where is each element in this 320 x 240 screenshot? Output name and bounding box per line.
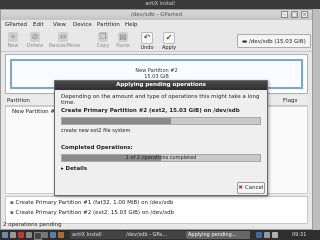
copy-label: Copy (96, 43, 110, 49)
pending-op-text: Create Primary Partition #2 (ext2, 15.03… (15, 210, 175, 216)
list-item[interactable]: ▪ Create Primary Partition #2 (ext2, 15.… (10, 209, 174, 218)
launcher-icon[interactable] (42, 232, 48, 238)
undo-icon: ↶ (141, 32, 153, 44)
list-item[interactable]: ▪ Create Primary Partition #1 (fat32, 1.… (10, 199, 173, 208)
pending-op-text: Create Primary Partition #1 (fat32, 1.00… (15, 200, 174, 206)
new-button[interactable]: + New (3, 31, 23, 51)
current-progress-fill (62, 118, 171, 124)
clock: 09:31 (292, 232, 307, 238)
launcher-icon[interactable] (50, 232, 56, 238)
copy-button[interactable]: ❐ Copy (93, 31, 113, 51)
paste-label: Paste (116, 43, 130, 49)
paste-button[interactable]: ▤ Paste (113, 31, 133, 51)
menu-help[interactable]: Help (125, 20, 138, 30)
launcher-icon[interactable] (10, 232, 16, 238)
current-progress-bar (61, 117, 261, 125)
task-antix-install[interactable]: antiX Install (70, 231, 124, 239)
tray-icon[interactable] (272, 232, 278, 238)
completed-progress-text: 1 of 2 operations completed (125, 155, 197, 161)
menubar: GParted Edit View Device Partition Help (1, 20, 312, 30)
network-icon[interactable] (256, 232, 262, 238)
window-titlebar[interactable]: /dev/sdb - GParted – □ × (1, 10, 312, 20)
launcher-icon[interactable] (18, 232, 24, 238)
table-row[interactable]: New Partition #2 (12, 109, 59, 115)
paste-icon: ▤ (118, 32, 128, 42)
completed-progress-bar: 1 of 2 operations completed (61, 154, 261, 162)
column-partition[interactable]: Partition (7, 96, 30, 106)
launcher-icon[interactable] (26, 232, 32, 238)
cancel-button[interactable]: ✖ Cancel (237, 182, 265, 194)
top-title-text: antiX install (145, 1, 175, 7)
details-label: Details (65, 166, 88, 172)
undo-label: Undo (140, 45, 154, 51)
menu-device[interactable]: Device (73, 20, 92, 30)
volume-icon[interactable] (264, 232, 270, 238)
resize-button[interactable]: ⇔ Resize/Move (49, 31, 81, 51)
start-menu-icon[interactable] (2, 232, 8, 238)
delete-button[interactable]: ⊘ Delete (25, 31, 45, 51)
close-window-button[interactable]: × (301, 11, 308, 18)
resize-icon: ⇔ (58, 32, 68, 42)
status-text: 2 operations pending (3, 222, 62, 228)
taskbar: antiX Install /dev/sdb - GPa... Applying… (0, 230, 320, 240)
menu-gparted[interactable]: GParted (5, 20, 27, 30)
task-gparted[interactable]: /dev/sdb - GPa... (124, 231, 186, 239)
completed-label: Completed Operations: (61, 145, 133, 151)
minimize-button[interactable]: – (281, 11, 288, 18)
dialog-message: Depending on the amount and type of oper… (61, 94, 260, 106)
pending-operations-list: ▪ Create Primary Partition #1 (fat32, 1.… (5, 196, 308, 224)
top-title-bar: antiX install (0, 0, 320, 9)
terminal-icon[interactable] (34, 232, 42, 240)
current-detail: create new ext2 file system (61, 128, 131, 134)
maximize-button[interactable]: □ (291, 11, 298, 18)
copy-icon: ❐ (98, 32, 108, 42)
window-title: /dev/sdb - GParted (130, 12, 183, 18)
undo-button[interactable]: ↶ Undo (137, 31, 157, 51)
delete-label: Delete (26, 43, 44, 49)
toolbar: + New ⊘ Delete ⇔ Resize/Move ❐ Copy ▤ Paste ↶… (1, 30, 312, 52)
menu-edit[interactable]: Edit (33, 20, 44, 30)
launcher-icon[interactable] (58, 232, 64, 238)
statusbar: 2 operations pending (1, 221, 312, 230)
new-label: New (7, 43, 19, 49)
new-icon: + (8, 32, 18, 42)
cancel-label: Cancel (244, 185, 264, 191)
device-selector-value: /dev/sdb (15.03 GiB) (248, 39, 306, 45)
apply-button[interactable]: ✔ Apply (159, 31, 179, 51)
task-applying[interactable]: Applying pending... (186, 231, 250, 239)
device-selector[interactable]: ▬ /dev/sdb (15.03 GiB) (237, 34, 311, 48)
apply-icon: ✔ (163, 32, 175, 44)
delete-icon: ⊘ (30, 32, 40, 42)
details-expander[interactable]: ▸ Details (61, 166, 87, 172)
disk-icon: ▬ (242, 39, 249, 45)
apply-label: Apply (161, 45, 177, 51)
dialog-title[interactable]: Applying pending operations (55, 81, 267, 90)
current-operation: Create Primary Partition #2 (ext2, 15.03… (61, 108, 240, 114)
apply-dialog: Applying pending operations Depending on… (54, 80, 268, 196)
menu-partition[interactable]: Partition (97, 20, 120, 30)
column-flags[interactable]: Flags (283, 96, 297, 106)
resize-label: Resize/Move (49, 43, 81, 49)
menu-view[interactable]: View (53, 20, 66, 30)
